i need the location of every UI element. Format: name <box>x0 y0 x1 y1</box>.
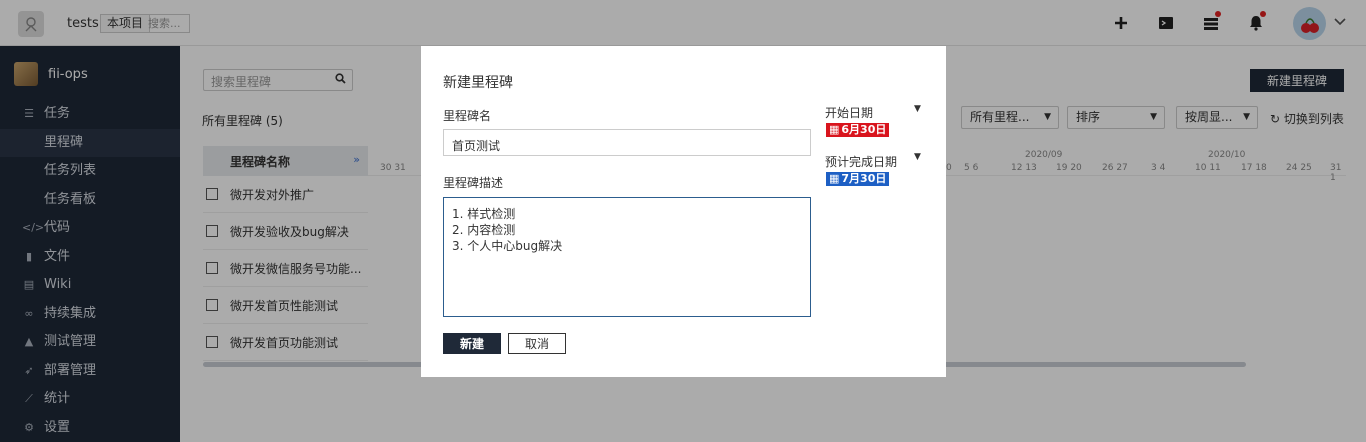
cancel-button[interactable]: 取消 <box>508 333 566 354</box>
dialog-title: 新建里程碑 <box>443 75 513 91</box>
name-label: 里程碑名 <box>443 109 492 123</box>
calendar-icon: ▦ <box>829 172 840 185</box>
start-date-value: 6月30日 <box>841 123 887 136</box>
new-milestone-dialog: 新建里程碑 里程碑名 首页测试 里程碑描述 1. 样式检测 2. 内容检测 3.… <box>421 46 946 377</box>
caret-down-icon[interactable]: ▼ <box>914 104 921 114</box>
description-label: 里程碑描述 <box>443 176 504 190</box>
milestone-name-input[interactable]: 首页测试 <box>443 129 811 156</box>
end-date-value: 7月30日 <box>841 172 887 185</box>
calendar-icon: ▦ <box>829 123 840 136</box>
milestone-description-textarea[interactable]: 1. 样式检测 2. 内容检测 3. 个人中心bug解决 <box>443 197 811 317</box>
start-date-badge[interactable]: ▦ 6月30日 <box>826 123 890 137</box>
create-button[interactable]: 新建 <box>443 333 501 354</box>
caret-down-icon[interactable]: ▼ <box>914 152 921 162</box>
start-date-label: 开始日期 <box>825 106 874 120</box>
end-date-label: 预计完成日期 <box>825 155 898 169</box>
end-date-badge[interactable]: ▦ 7月30日 <box>826 172 890 186</box>
